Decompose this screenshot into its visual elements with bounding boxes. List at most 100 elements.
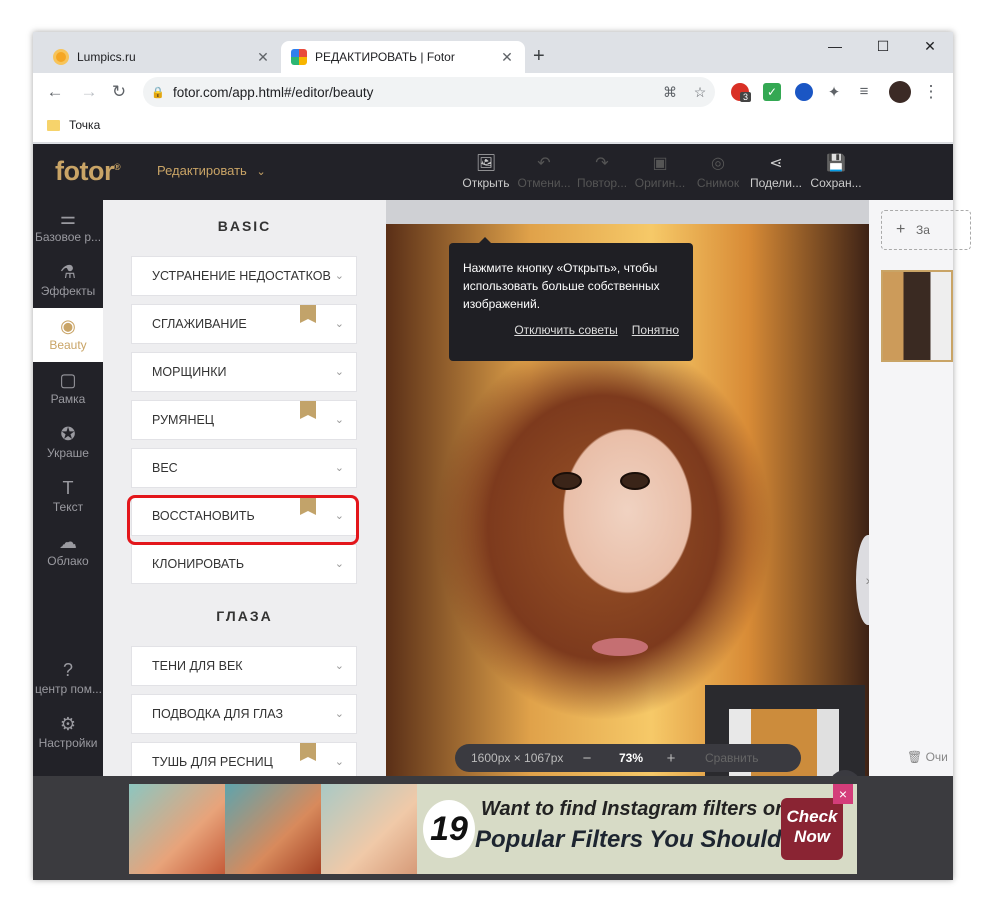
url-text[interactable]: fotor.com/app.html#/editor/beauty <box>173 85 655 100</box>
premium-badge-icon <box>300 401 316 419</box>
item-label: РУМЯНЕЦ <box>152 413 215 427</box>
vpn-extension-icon[interactable] <box>795 83 813 101</box>
close-tab-icon[interactable]: ✕ <box>497 49 517 66</box>
tab-title: Lumpics.ru <box>77 50 136 64</box>
ad-check-now-button[interactable]: Check Now <box>781 798 843 860</box>
chevron-down-icon: ⌄ <box>256 166 266 178</box>
check-extension-icon[interactable]: ✓ <box>763 83 781 101</box>
opera-extension-icon[interactable]: 3 <box>731 83 752 102</box>
left-nav: ⚌ Базовое р... ⚗ Эффекты ◉ Beauty ▢ Рамка ✪ У… <box>33 200 103 776</box>
lock-icon[interactable]: 🔒 <box>143 86 173 99</box>
beauty-item-eyeliner[interactable]: ПОДВОДКА ДЛЯ ГЛАЗ ⌄ <box>131 694 357 734</box>
nav-effects[interactable]: ⚗ Эффекты <box>33 254 103 308</box>
nav-label: Текст <box>52 500 84 514</box>
image-thumbnail[interactable] <box>881 270 953 362</box>
tab-fotor[interactable]: РЕДАКТИРОВАТЬ | Fotor ✕ <box>281 41 525 73</box>
share-button[interactable]: ⋖ Подели... <box>747 154 805 190</box>
nav-text[interactable]: T Текст <box>33 470 103 524</box>
right-panel: + За 🗑 Очи <box>869 200 971 776</box>
close-window-button[interactable]: ✕ <box>910 38 950 55</box>
tab-strip: Lumpics.ru ✕ РЕДАКТИРОВАТЬ | Fotor ✕ + —… <box>33 32 953 73</box>
nav-frame[interactable]: ▢ Рамка <box>33 362 103 416</box>
beauty-item-smoothing[interactable]: СГЛАЖИВАНИЕ ⌄ <box>131 304 357 344</box>
tool-label: Сохран... <box>810 176 862 190</box>
tool-label: Снимок <box>696 176 740 190</box>
forward-button[interactable]: → <box>79 82 99 102</box>
bookmarks-bar: Точка <box>33 111 953 143</box>
got-it-link[interactable]: Понятно <box>632 321 679 339</box>
ad-close-icon[interactable]: × <box>833 784 853 804</box>
zoom-in-button[interactable]: + <box>661 750 681 767</box>
restore-highlight-frame <box>127 495 359 545</box>
settings-icon: ⚙ <box>59 714 77 734</box>
media-control-icon[interactable]: ≡ <box>855 83 873 101</box>
mode-label: Редактировать <box>157 163 247 178</box>
disable-tips-link[interactable]: Отключить советы <box>514 321 617 339</box>
add-image-button[interactable]: + За <box>881 210 971 250</box>
open-button[interactable]: 🖼 Открыть <box>457 154 515 190</box>
fotor-logo[interactable]: fotor® <box>55 156 121 187</box>
bookmark-tochka[interactable]: Точка <box>47 118 100 132</box>
ad-number: 19 <box>423 800 475 858</box>
app-topbar: fotor® Редактировать ⌄ 🖼 Открыть ↶ Отмени.… <box>33 144 953 200</box>
minimize-window-button[interactable]: — <box>815 38 855 54</box>
tool-label: Подели... <box>749 176 803 190</box>
beauty-item-weight[interactable]: ВЕС ⌄ <box>131 448 357 488</box>
undo-button[interactable]: ↶ Отмени... <box>515 154 573 190</box>
redo-icon: ↷ <box>595 155 609 172</box>
item-label: МОРЩИНКИ <box>152 365 227 379</box>
beauty-item-clone[interactable]: КЛОНИРОВАТЬ ⌄ <box>131 544 357 584</box>
snapshot-button[interactable]: ◎ Снимок <box>689 154 747 190</box>
nav-label: Облако <box>47 554 89 568</box>
nav-help[interactable]: ? центр пом... <box>33 652 103 706</box>
ad-image-1 <box>129 784 225 874</box>
back-button[interactable]: ← <box>45 82 65 102</box>
nav-cloud[interactable]: ☁ Облако <box>33 524 103 578</box>
photo-lips <box>592 638 648 656</box>
extensions-puzzle-icon[interactable]: ✦ <box>825 83 843 101</box>
beauty-item-eyeshadow[interactable]: ТЕНИ ДЛЯ ВЕК ⌄ <box>131 646 357 686</box>
nav-decorations[interactable]: ✪ Украше <box>33 416 103 470</box>
zoom-out-button[interactable]: − <box>577 750 597 767</box>
frame-icon: ▢ <box>59 370 77 390</box>
clear-label: Очи <box>925 750 948 764</box>
clear-button[interactable]: 🗑 Очи <box>907 750 948 764</box>
snapshot-icon: ◎ <box>711 155 725 172</box>
save-button[interactable]: 💾 Сохран... <box>807 154 865 190</box>
fotor-app: fotor® Редактировать ⌄ 🖼 Открыть ↶ Отмени.… <box>33 144 971 880</box>
beauty-item-mascara[interactable]: ТУШЬ ДЛЯ РЕСНИЦ ⌄ <box>131 742 357 776</box>
reload-button[interactable]: ↻ <box>109 82 129 102</box>
profile-avatar[interactable] <box>889 81 911 103</box>
flask-icon: ⚗ <box>59 262 77 282</box>
beauty-item-blemish[interactable]: УСТРАНЕНИЕ НЕДОСТАТКОВ ⌄ <box>131 256 357 296</box>
logo-text: fotor <box>55 156 114 186</box>
beauty-item-blush[interactable]: РУМЯНЕЦ ⌄ <box>131 400 357 440</box>
original-button[interactable]: ▣ Оригин... <box>631 154 689 190</box>
help-icon: ? <box>62 660 73 680</box>
nav-beauty[interactable]: ◉ Beauty <box>33 308 103 362</box>
tooltip-text: Нажмите кнопку «Открыть», чтобы использо… <box>463 261 660 311</box>
ad-banner[interactable]: 19 Want to find Instagram filters online… <box>129 784 857 874</box>
mode-dropdown[interactable]: Редактировать ⌄ <box>157 163 266 178</box>
compare-button[interactable]: Сравнить <box>705 751 758 765</box>
beauty-item-wrinkles[interactable]: МОРЩИНКИ ⌄ <box>131 352 357 392</box>
translate-icon[interactable]: ⌘ <box>655 84 685 101</box>
tab-lumpics[interactable]: Lumpics.ru ✕ <box>43 41 281 73</box>
address-bar[interactable]: 🔒 fotor.com/app.html#/editor/beauty ⌘ ☆ <box>143 77 715 107</box>
redo-button[interactable]: ↷ Повтор... <box>573 154 631 190</box>
item-label: УСТРАНЕНИЕ НЕДОСТАТКОВ <box>152 269 331 283</box>
bookmark-star-icon[interactable]: ☆ <box>685 84 715 101</box>
chevron-down-icon: ⌄ <box>334 558 344 570</box>
close-tab-icon[interactable]: ✕ <box>253 49 273 66</box>
item-label: ТЕНИ ДЛЯ ВЕК <box>152 659 243 673</box>
folder-icon <box>47 119 60 131</box>
nav-label: Базовое р... <box>35 230 102 244</box>
nav-basic-edit[interactable]: ⚌ Базовое р... <box>33 200 103 254</box>
browser-menu-icon[interactable]: ⋮ <box>921 82 941 102</box>
new-tab-button[interactable]: + <box>533 45 545 68</box>
chevron-down-icon: ⌄ <box>334 414 344 426</box>
zoom-bar: 1600px × 1067px − 73% + Сравнить <box>455 744 801 772</box>
nav-settings[interactable]: ⚙ Настройки <box>33 706 103 760</box>
maximize-window-button[interactable]: ☐ <box>863 38 903 55</box>
beauty-panel: BASIC УСТРАНЕНИЕ НЕДОСТАТКОВ ⌄ СГЛАЖИВАНИ… <box>103 200 386 776</box>
